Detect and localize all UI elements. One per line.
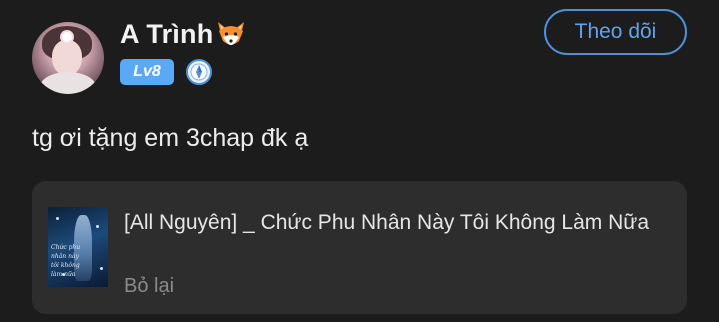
cover-sparkle xyxy=(96,225,99,228)
cover-sparkle xyxy=(56,217,59,220)
story-title: [All Nguyên] _ Chức Phu Nhân Này Tôi Khô… xyxy=(124,211,649,234)
story-cover-image: Chức phu nhân này tôi không làm nữa xyxy=(48,207,108,287)
user-badges: Lv8 xyxy=(120,59,212,85)
avatar-body xyxy=(40,72,96,94)
user-avatar[interactable] xyxy=(32,22,104,94)
cover-sparkle xyxy=(100,267,103,270)
avatar-face xyxy=(52,40,82,76)
comment-text: tg ơi tặng em 3chap đk ạ xyxy=(32,124,309,152)
avatar-hair-flower xyxy=(62,32,72,42)
fox-face-icon xyxy=(218,22,245,45)
shared-story-card[interactable]: Chức phu nhân này tôi không làm nữa [All… xyxy=(32,181,687,314)
follow-button[interactable]: Theo dõi xyxy=(544,9,687,55)
story-subtitle: Bỏ lại xyxy=(124,275,175,297)
username-row: A Trình xyxy=(120,16,247,52)
cover-script-text: Chức phu nhân này tôi không làm nữa xyxy=(51,244,81,278)
level-badge: Lv8 xyxy=(120,59,174,85)
verified-badge-icon xyxy=(186,59,212,85)
username[interactable]: A Trình xyxy=(120,19,213,50)
